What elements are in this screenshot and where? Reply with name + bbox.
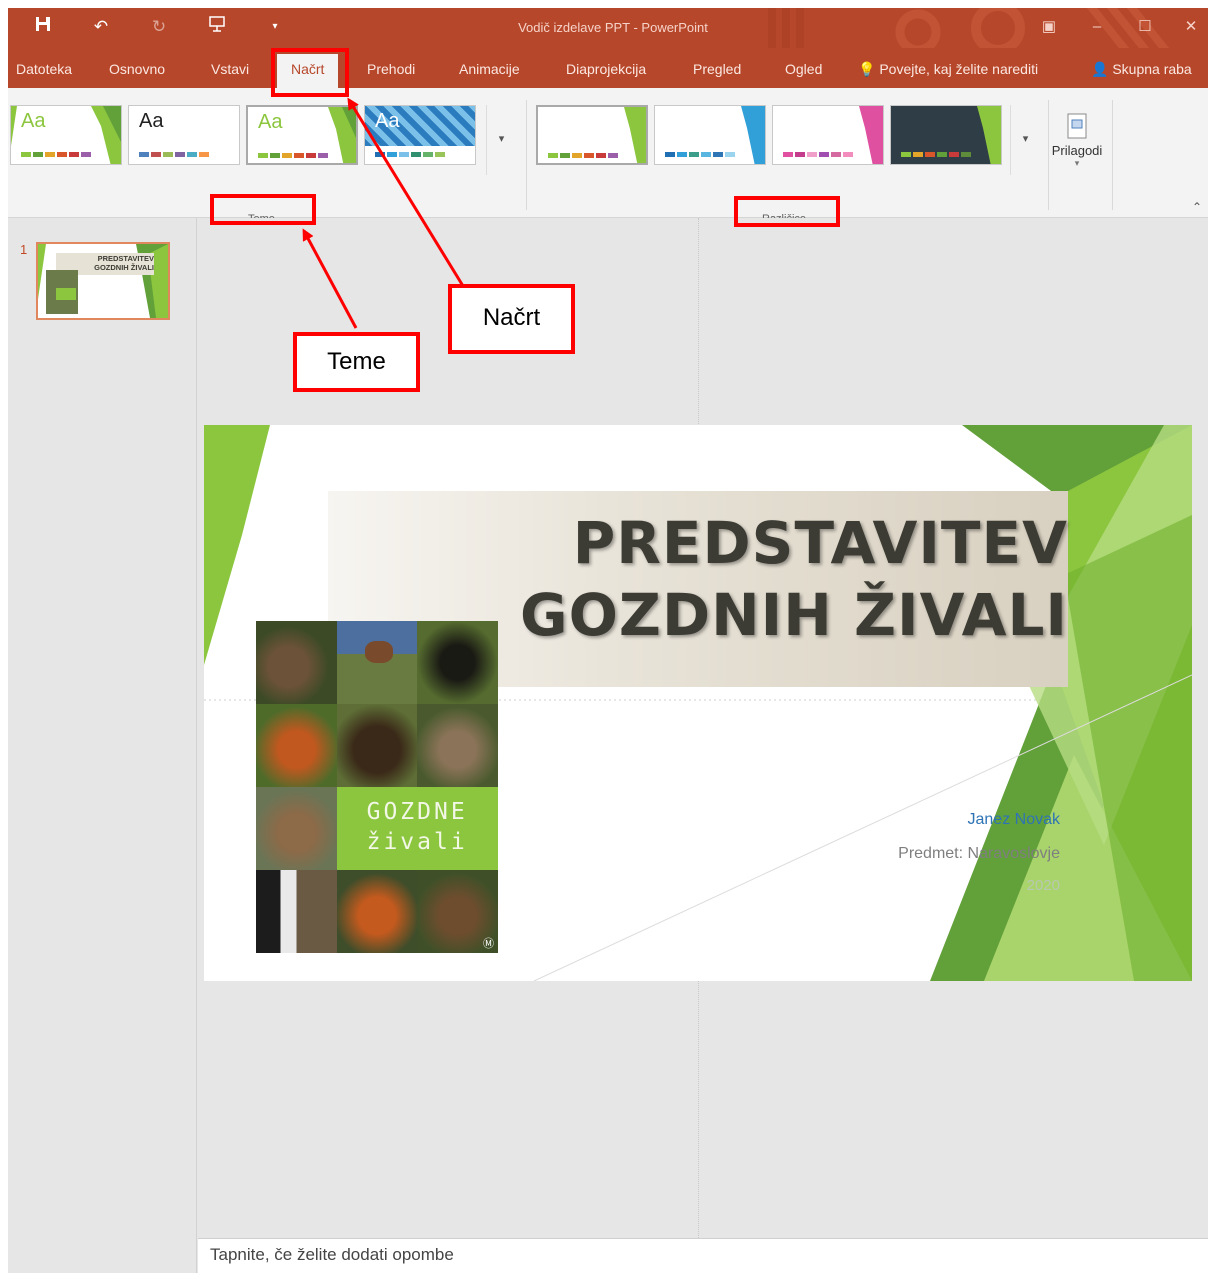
callout-teme: Teme: [293, 332, 420, 392]
callout-nacrt: Načrt: [448, 284, 575, 354]
highlight-themes-label: [210, 194, 316, 225]
highlight-variants-label: [734, 196, 840, 227]
powerpoint-window: ↶ ↻ ▾ Vodič izdelave PPT - PowerPoint ▣ …: [8, 8, 1208, 1273]
arrow-to-themes-label: [302, 228, 358, 329]
annotation-arrows: [302, 97, 465, 329]
arrow-to-nacrt-tab: [347, 97, 465, 287]
highlight-nacrt-tab: [271, 48, 349, 97]
